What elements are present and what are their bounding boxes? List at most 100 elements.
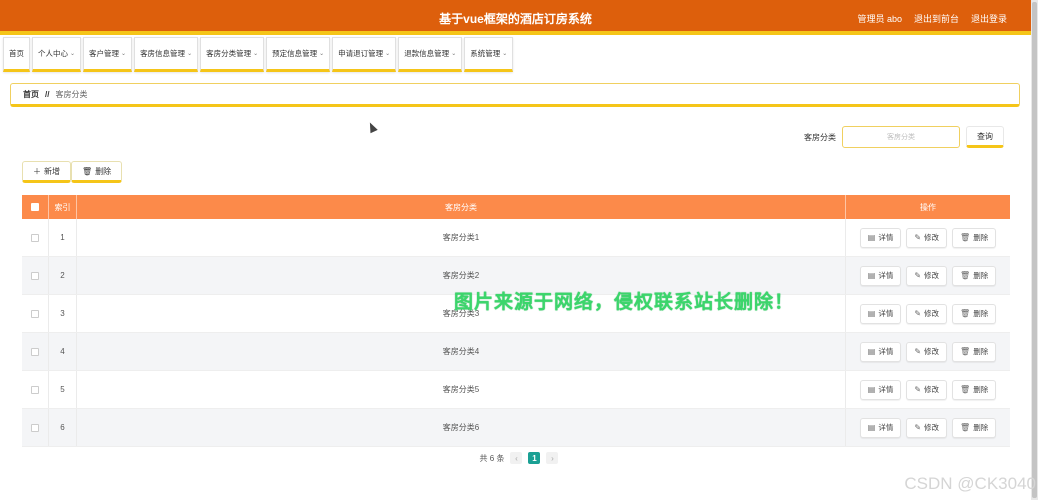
chevron-down-icon: ⌄ xyxy=(319,51,325,57)
logout-link[interactable]: 退出登录 xyxy=(971,12,1007,25)
pagination: 共 6 条 ‹ 1 › xyxy=(0,452,1038,464)
nav-item-6[interactable]: 申请退订管理 ⌄ xyxy=(332,37,397,72)
edit-button[interactable]: ✎ 修改 xyxy=(906,417,948,438)
edit-icon: ✎ xyxy=(914,423,922,432)
delete-icon: 🗑 xyxy=(960,423,971,432)
detail-button-label: 详情 xyxy=(878,385,894,394)
header-ops: 操作 xyxy=(920,202,936,212)
row-ops: ▤ 详情 ✎ 修改 🗑 删除 xyxy=(846,295,1010,332)
edit-button[interactable]: ✎ 修改 xyxy=(906,341,948,362)
row-checkbox-cell xyxy=(22,219,49,256)
row-name: 客房分类5 xyxy=(77,371,846,408)
edit-button[interactable]: ✎ 修改 xyxy=(906,265,948,286)
breadcrumb-current: 客房分类 xyxy=(55,89,88,99)
detail-button-label: 详情 xyxy=(878,233,894,242)
nav-item-label: 首页 xyxy=(9,49,24,58)
edit-button[interactable]: ✎ 修改 xyxy=(906,227,948,248)
nav-item-7[interactable]: 退款信息管理 ⌄ xyxy=(398,37,463,72)
delete-button-label: 删除 xyxy=(973,423,989,432)
delete-icon: 🗑 xyxy=(960,233,971,242)
detail-button-label: 详情 xyxy=(878,309,894,318)
delete-button[interactable]: 🗑 删除 xyxy=(952,265,997,286)
pager-page-button[interactable]: 1 xyxy=(528,452,541,464)
table-body: 1 客房分类1 ▤ 详情 ✎ 修改 🗑 删除 2 客房分类2 ▤ 详情 ✎ 修改 🗑 删除 3 客房分类3 ▤ 详情 ✎… xyxy=(22,219,1010,447)
detail-icon: ▤ xyxy=(867,347,876,356)
edit-icon: ✎ xyxy=(914,309,922,318)
breadcrumb: 首页 // 客房分类 xyxy=(10,83,1020,107)
row-checkbox[interactable] xyxy=(31,271,39,280)
pager-next-button[interactable]: › xyxy=(546,452,559,464)
delete-button-label: 删除 xyxy=(973,233,989,242)
edit-icon: ✎ xyxy=(914,271,922,280)
detail-button[interactable]: ▤ 详情 xyxy=(859,303,902,324)
breadcrumb-separator: // xyxy=(45,89,50,99)
search-bar: 客房分类 查询 xyxy=(804,126,1004,148)
row-checkbox[interactable] xyxy=(31,385,39,394)
row-name: 客房分类4 xyxy=(77,333,846,370)
select-all-checkbox[interactable] xyxy=(31,203,39,211)
nav-item-1[interactable]: 个人中心 ⌄ xyxy=(32,37,82,72)
detail-icon: ▤ xyxy=(867,233,876,242)
edit-button-label: 修改 xyxy=(924,271,940,280)
data-table: 索引 客房分类 操作 1 客房分类1 ▤ 详情 ✎ 修改 🗑 删除 2 客房分类2 ▤ 详情 ✎ 修改 🗑 删… xyxy=(22,195,1010,447)
page-scrollbar[interactable] xyxy=(1031,0,1038,500)
nav-item-8[interactable]: 系统管理 ⌄ xyxy=(464,37,514,72)
delete-button-label: 删除 xyxy=(95,166,112,176)
row-index: 4 xyxy=(49,333,77,370)
delete-button[interactable]: 🗑 删除 xyxy=(952,379,997,400)
header-checkbox-cell xyxy=(22,195,49,219)
app-header: 基于vue框架的酒店订房系统 管理员 abo 退出到前台 退出登录 xyxy=(0,0,1031,35)
watermark-text: 图片来源于网络，侵权联系站长删除！ xyxy=(454,292,795,313)
delete-button[interactable]: 🗑 删除 xyxy=(952,417,997,438)
edit-button[interactable]: ✎ 修改 xyxy=(906,379,948,400)
header-name: 客房分类 xyxy=(77,195,846,219)
row-checkbox-cell xyxy=(22,333,49,370)
table-row: 5 客房分类5 ▤ 详情 ✎ 修改 🗑 删除 xyxy=(22,371,1010,409)
nav-item-label: 客房分类管理 xyxy=(206,49,252,58)
search-input[interactable] xyxy=(842,126,960,148)
detail-button[interactable]: ▤ 详情 xyxy=(859,417,902,438)
csdn-watermark: CSDN @CK3040 xyxy=(904,474,1036,493)
pager-prev-button[interactable]: ‹ xyxy=(510,452,523,464)
detail-button-label: 详情 xyxy=(878,271,894,280)
row-checkbox-cell xyxy=(22,295,49,332)
nav-item-label: 申请退订管理 xyxy=(338,49,384,58)
row-index: 6 xyxy=(49,409,77,446)
delete-button-label: 删除 xyxy=(973,271,989,280)
edit-button-label: 修改 xyxy=(924,385,940,394)
add-button[interactable]: ＋ 新增 xyxy=(22,161,71,183)
nav-item-4[interactable]: 客房分类管理 ⌄ xyxy=(200,37,265,72)
delete-button[interactable]: 🗑 删除 xyxy=(952,303,997,324)
nav-item-label: 客户管理 xyxy=(89,49,120,58)
detail-button[interactable]: ▤ 详情 xyxy=(859,227,902,248)
row-checkbox[interactable] xyxy=(31,347,39,356)
nav-item-0[interactable]: 首页 xyxy=(3,37,30,72)
detail-button[interactable]: ▤ 详情 xyxy=(859,341,902,362)
delete-button[interactable]: 🗑 删除 xyxy=(71,161,123,183)
trash-icon: 🗑 xyxy=(82,166,93,176)
table-row: 1 客房分类1 ▤ 详情 ✎ 修改 🗑 删除 xyxy=(22,219,1010,257)
chevron-down-icon: ⌄ xyxy=(187,51,193,57)
detail-button[interactable]: ▤ 详情 xyxy=(859,265,902,286)
nav-item-label: 预定信息管理 xyxy=(272,49,318,58)
scrollbar-thumb[interactable] xyxy=(1032,2,1037,498)
detail-icon: ▤ xyxy=(867,309,876,318)
breadcrumb-home[interactable]: 首页 xyxy=(23,89,39,100)
row-checkbox[interactable] xyxy=(31,233,39,242)
mouse-cursor-icon xyxy=(366,120,378,134)
nav-item-2[interactable]: 客户管理 ⌄ xyxy=(83,37,133,72)
nav-item-label: 个人中心 xyxy=(38,49,68,58)
exit-front-link[interactable]: 退出到前台 xyxy=(914,12,959,25)
delete-button[interactable]: 🗑 删除 xyxy=(952,341,997,362)
edit-icon: ✎ xyxy=(914,385,922,394)
nav-item-5[interactable]: 预定信息管理 ⌄ xyxy=(266,37,331,72)
detail-button[interactable]: ▤ 详情 xyxy=(859,379,902,400)
delete-button[interactable]: 🗑 删除 xyxy=(952,227,997,248)
nav-item-3[interactable]: 客房信息管理 ⌄ xyxy=(134,37,199,72)
plus-icon: ＋ xyxy=(33,166,41,176)
edit-button[interactable]: ✎ 修改 xyxy=(906,303,948,324)
admin-label: 管理员 abo xyxy=(857,14,902,24)
row-checkbox[interactable] xyxy=(31,423,39,432)
row-checkbox[interactable] xyxy=(31,309,39,318)
query-button[interactable]: 查询 xyxy=(966,126,1004,148)
